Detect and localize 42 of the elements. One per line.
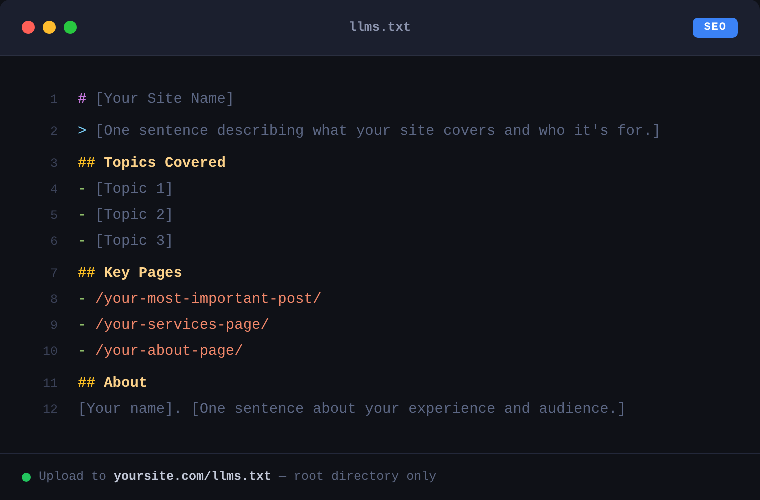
line-number: 5 <box>49 209 58 223</box>
link-path: /your-services-page/ <box>95 318 270 334</box>
code-text: [Topic 3] <box>95 234 174 250</box>
markdown-marker: - <box>78 292 87 308</box>
markdown-marker: - <box>78 318 87 334</box>
line-number: 6 <box>49 235 58 249</box>
code-text: [One sentence describing what your site covers and who it's for.] <box>95 124 661 140</box>
window-title: llms.txt <box>348 20 412 35</box>
line-number: 8 <box>49 293 58 307</box>
heading-text: Topics Covered <box>104 156 226 172</box>
heading-text: About <box>104 376 148 392</box>
code-text: [Your Site Name] <box>95 92 235 108</box>
line-number: 11 <box>42 377 58 391</box>
maximize-button[interactable] <box>64 21 77 34</box>
markdown-marker: > <box>78 124 87 140</box>
line-number: 4 <box>49 183 58 197</box>
code-text: [Topic 1] <box>95 182 174 198</box>
markdown-marker: ## <box>78 266 96 282</box>
line-number: 7 <box>49 267 58 281</box>
markdown-marker: - <box>78 344 87 360</box>
line-number: 3 <box>49 157 58 171</box>
line-number: 2 <box>49 125 58 139</box>
close-button[interactable] <box>22 21 35 34</box>
code-text: [Topic 2] <box>95 208 174 224</box>
line-number: 9 <box>49 319 58 333</box>
seo-badge: SEO <box>693 18 738 38</box>
markdown-marker: - <box>78 208 87 224</box>
markdown-marker: # <box>78 92 87 108</box>
minimize-button[interactable] <box>43 21 56 34</box>
link-path: /your-about-page/ <box>95 344 244 360</box>
footer-text: Upload to yoursite.com/llms.txt — root directory only <box>39 470 437 484</box>
status-dot <box>22 472 31 482</box>
link-path: /your-most-important-post/ <box>95 292 322 308</box>
line-number: 1 <box>49 93 58 107</box>
code-text: [Your name]. [One sentence about your experience and audience.] <box>78 402 626 418</box>
markdown-marker: ## <box>78 156 96 172</box>
line-number: 12 <box>42 403 58 417</box>
markdown-marker: - <box>78 234 87 250</box>
markdown-marker: ## <box>78 376 96 392</box>
markdown-marker: - <box>78 182 87 198</box>
heading-text: Key Pages <box>104 266 182 282</box>
line-number: 10 <box>42 345 58 359</box>
